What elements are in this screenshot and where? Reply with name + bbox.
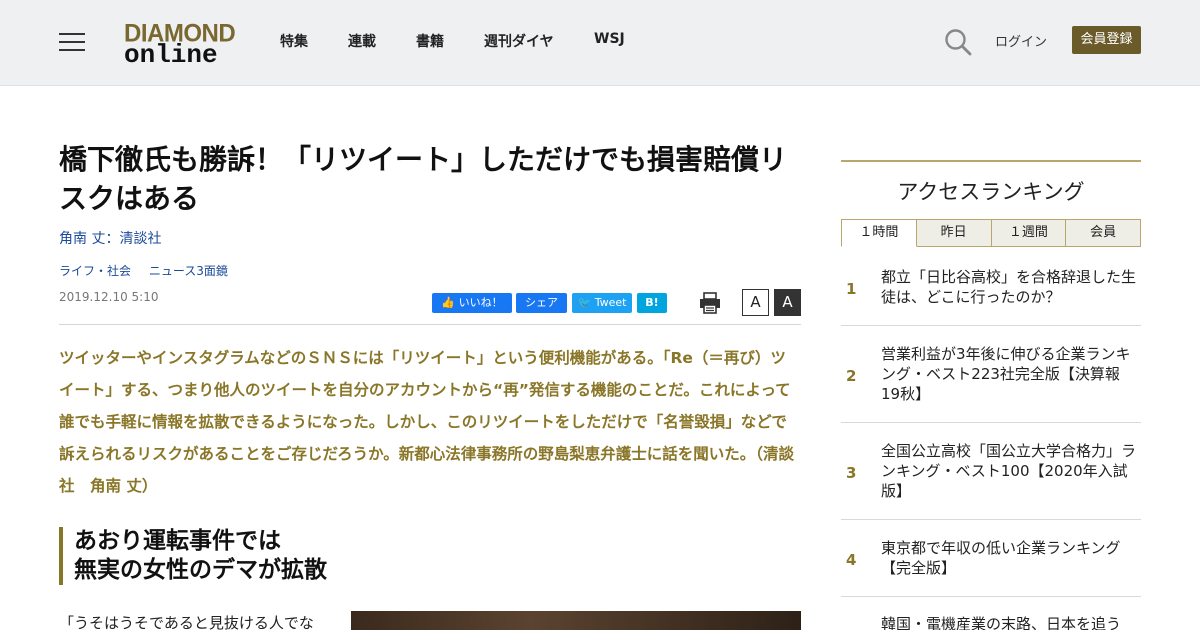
- ranking-headline: 東京都で年収の低い企業ランキング【完全版】: [881, 539, 1121, 577]
- search-icon[interactable]: [944, 28, 972, 56]
- login-link[interactable]: ログイン: [995, 31, 1047, 50]
- ranking-headline: 都立「日比谷高校」を合格辞退した生徒は、どこに行ったのか？: [881, 268, 1137, 306]
- ranking-item[interactable]: 1 都立「日比谷高校」を合格辞退した生徒は、どこに行ったのか？: [841, 256, 1141, 326]
- article-date: 2019.12.10 5:10: [59, 290, 159, 304]
- article-categories: ライフ・社会 ニュース3面鏡: [59, 262, 242, 279]
- tab-members[interactable]: 会員: [1066, 219, 1141, 247]
- print-icon[interactable]: [699, 292, 721, 314]
- ranking-headline: 韓国・電機産業の末路、日本を追う: [881, 615, 1122, 630]
- article-title: 橋下徹氏も勝訴！「リツイート」しただけでも損害賠償リスクはある: [59, 143, 788, 215]
- section-heading: あおり運転事件では 無実の女性のデマが拡散: [59, 527, 327, 585]
- tweet-label: Tweet: [594, 296, 627, 309]
- article-author[interactable]: 角南 丈：清談社: [59, 228, 161, 248]
- tab-1week[interactable]: １週間: [991, 219, 1067, 247]
- facebook-like-button[interactable]: 👍 いいね！: [432, 293, 512, 313]
- article-body-start: 「うそはうそであると見抜ける人でな: [59, 614, 314, 630]
- logo-bottom-text: online: [124, 40, 218, 70]
- ranking-item[interactable]: 4 東京都で年収の低い企業ランキング【完全版】: [841, 520, 1141, 597]
- ranking-headline: 全国公立高校「国公立大学合格力」ランキング・ベスト100【2020年入試版】: [881, 442, 1137, 500]
- facebook-like-label: いいね！: [458, 296, 503, 309]
- category-life-society[interactable]: ライフ・社会: [59, 264, 131, 278]
- tweet-button[interactable]: 🐦 Tweet: [572, 293, 632, 313]
- twitter-bird-icon: 🐦: [577, 296, 592, 309]
- ranking-number: 1: [846, 280, 857, 298]
- site-header: DIAMOND online 特集 連載 書籍 週刊ダイヤ WSJ ログイン 会…: [0, 0, 1200, 86]
- nav-item-series[interactable]: 連載: [348, 31, 376, 51]
- section-heading-line-2: 無実の女性のデマが拡散: [74, 557, 327, 583]
- thumbs-up-icon: 👍: [441, 296, 456, 309]
- nav-item-wsj[interactable]: WSJ: [594, 31, 625, 47]
- hatena-bookmark-button[interactable]: B!: [637, 293, 667, 313]
- ranking-tabs: １時間 昨日 １週間 会員: [841, 219, 1141, 247]
- ranking-number: 4: [846, 551, 857, 569]
- ranking-number: 2: [846, 367, 857, 385]
- menu-icon[interactable]: [59, 32, 85, 52]
- category-news[interactable]: ニュース3面鏡: [149, 264, 228, 278]
- nav-item-weekly-diamond[interactable]: 週刊ダイヤ: [484, 31, 554, 51]
- nav-item-features[interactable]: 特集: [280, 31, 308, 51]
- font-size-small-button[interactable]: A: [742, 289, 769, 316]
- ranking-item[interactable]: 2 営業利益が3年後に伸びる企業ランキング・ベスト223社完全版【決算報19秋】: [841, 326, 1141, 423]
- facebook-share-button[interactable]: シェア: [516, 293, 567, 313]
- article-photo: [351, 611, 801, 630]
- ranking-title: アクセスランキング: [897, 180, 1085, 204]
- section-heading-line-1: あおり運転事件では: [74, 528, 281, 554]
- article-divider: [59, 324, 801, 325]
- sidebar-rule: [841, 160, 1141, 162]
- font-size-large-button[interactable]: A: [774, 289, 801, 316]
- article-lead: ツイッターやインスタグラムなどのＳＮＳには「リツイート」という便利機能がある。「…: [59, 349, 795, 495]
- ranking-headline: 営業利益が3年後に伸びる企業ランキング・ベスト223社完全版【決算報19秋】: [881, 345, 1131, 403]
- ranking-item[interactable]: 3 全国公立高校「国公立大学合格力」ランキング・ベスト100【2020年入試版】: [841, 423, 1141, 520]
- ranking-item[interactable]: 韓国・電機産業の末路、日本を追う: [841, 597, 1141, 630]
- site-logo[interactable]: DIAMOND online: [124, 19, 236, 70]
- tab-yesterday[interactable]: 昨日: [916, 219, 992, 247]
- ranking-number: 3: [846, 464, 857, 482]
- register-button[interactable]: 会員登録: [1072, 26, 1141, 54]
- tab-1hour[interactable]: １時間: [841, 219, 917, 247]
- nav-item-books[interactable]: 書籍: [416, 31, 444, 51]
